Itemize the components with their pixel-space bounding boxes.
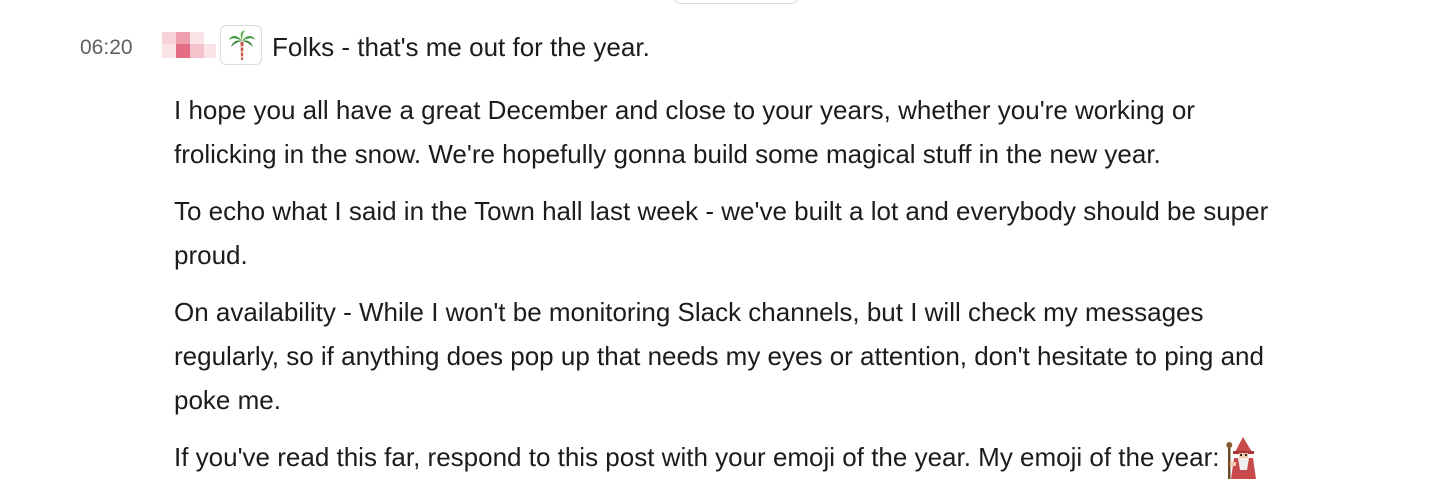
message-first-line: Folks - that's me out for the year. [272,32,650,62]
message-paragraph: To echo what I said in the Town hall las… [174,196,1269,270]
message-paragraph-text: If you've read this far, respond to this… [174,442,1220,472]
message-paragraph: I hope you all have a great December and… [174,95,1195,169]
message-body: I hope you all have a great December and… [174,88,1436,493]
message: 06:20 Folks - that's me out for the year… [0,0,1454,490]
message-timestamp[interactable]: 06:20 [80,36,133,60]
message-paragraph: On availability - While I won't be monit… [174,297,1264,415]
sender-name-redacted[interactable] [162,32,218,62]
status-emoji-button[interactable] [220,25,262,65]
wizard-icon[interactable] [1225,436,1261,480]
message-paragraph-last: If you've read this far, respond to this… [174,435,1436,480]
